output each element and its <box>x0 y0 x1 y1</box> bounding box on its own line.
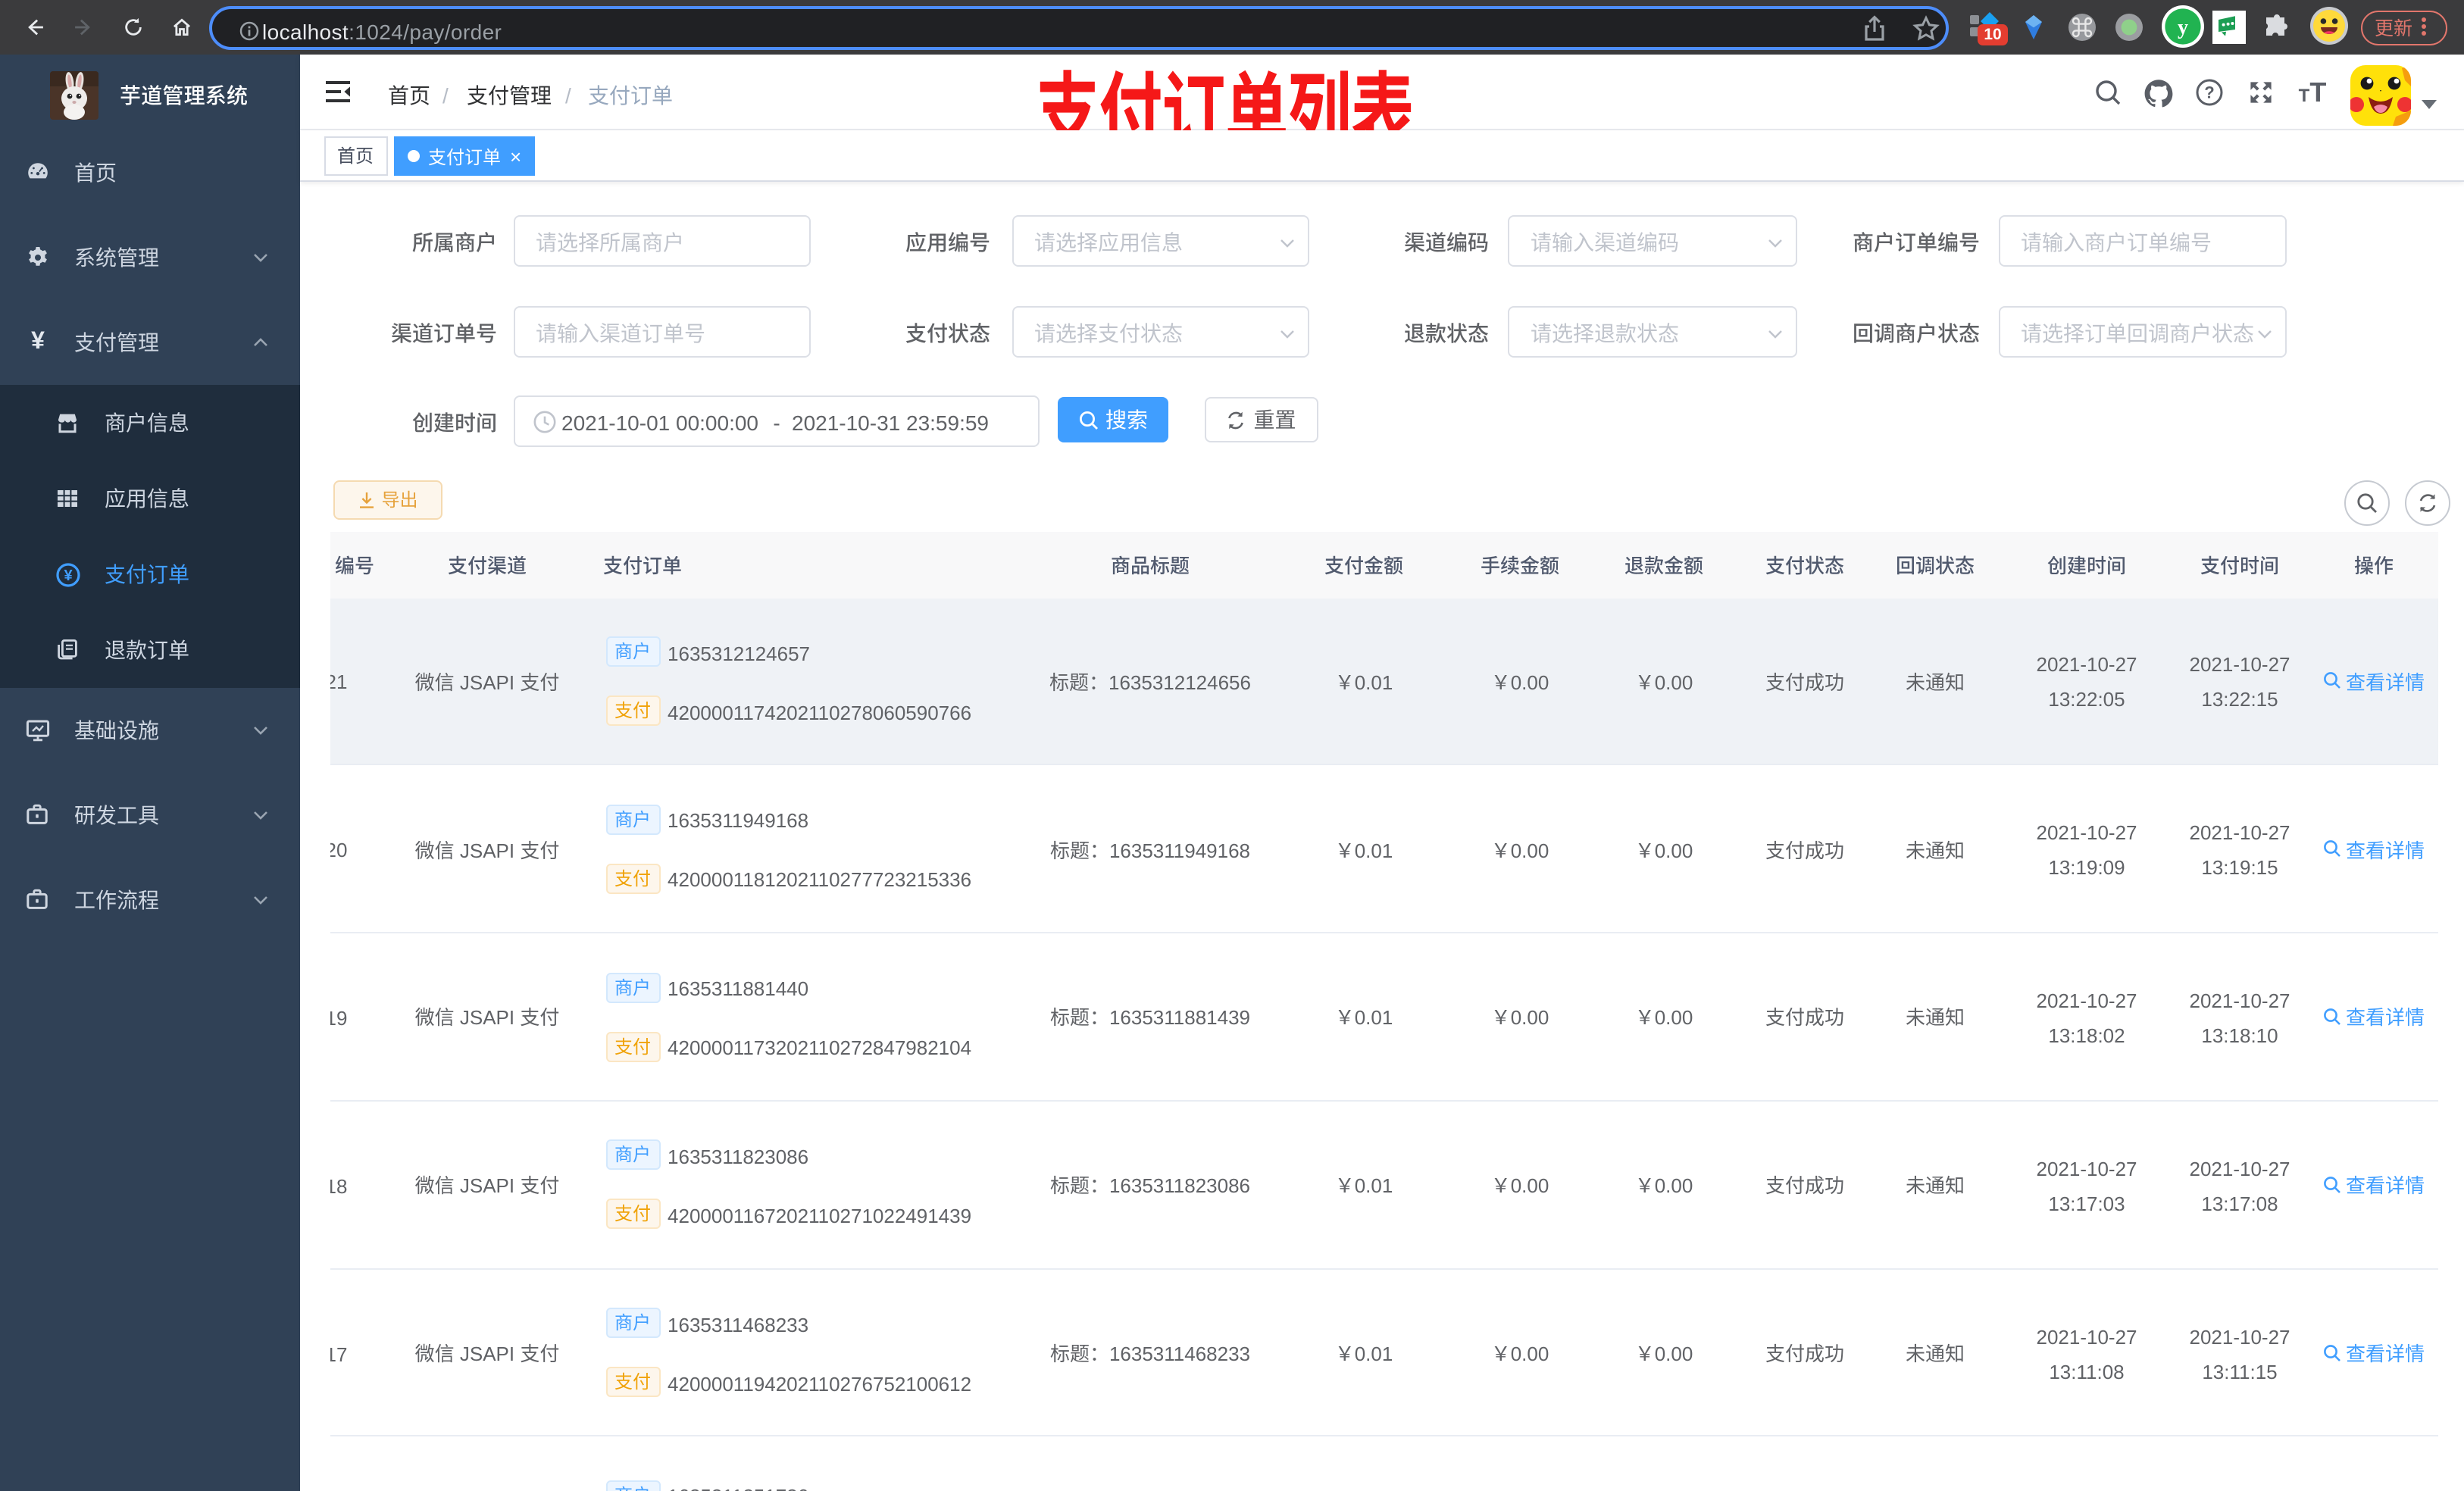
svg-text:?: ? <box>2204 83 2214 102</box>
svg-text:¥: ¥ <box>64 567 73 584</box>
svg-text:y: y <box>2178 16 2188 39</box>
